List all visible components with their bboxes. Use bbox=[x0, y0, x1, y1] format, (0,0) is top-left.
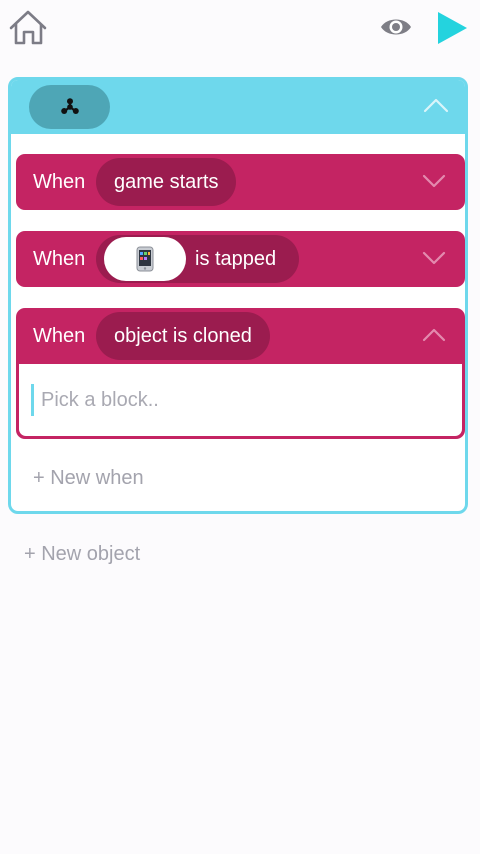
object-header[interactable] bbox=[11, 80, 465, 134]
trigger-pill[interactable]: game starts bbox=[96, 158, 237, 206]
home-button[interactable] bbox=[8, 9, 50, 47]
chevron-up-icon[interactable] bbox=[423, 97, 449, 113]
play-button[interactable] bbox=[434, 10, 470, 46]
object-selector[interactable] bbox=[29, 85, 110, 129]
rule-block-is-tapped[interactable]: When is tapped bbox=[16, 231, 465, 287]
trigger-pill[interactable]: object is cloned bbox=[96, 312, 270, 360]
trigger-label: game starts bbox=[114, 170, 219, 193]
preview-button[interactable] bbox=[379, 14, 413, 40]
chevron-down-icon[interactable] bbox=[422, 251, 446, 265]
when-label: When bbox=[33, 248, 86, 270]
trigger-label: object is cloned bbox=[114, 324, 252, 347]
eye-icon bbox=[381, 19, 411, 35]
chevron-up-icon[interactable] bbox=[422, 328, 446, 342]
object-card: When game starts When is tapped When obj… bbox=[8, 77, 468, 514]
when-label: When bbox=[33, 325, 86, 347]
fidget-spinner-icon bbox=[60, 98, 79, 114]
rule-block-game-starts[interactable]: When game starts bbox=[16, 154, 465, 210]
chevron-down-icon[interactable] bbox=[422, 174, 446, 188]
trigger-label: is tapped bbox=[195, 247, 277, 270]
home-icon bbox=[9, 10, 47, 45]
new-when-button[interactable]: + New when bbox=[33, 467, 144, 490]
new-object-button[interactable]: + New object bbox=[24, 543, 140, 566]
text-cursor bbox=[31, 384, 34, 416]
when-label: When bbox=[33, 171, 86, 193]
pick-block-placeholder: Pick a block.. bbox=[41, 389, 159, 411]
play-icon bbox=[438, 12, 467, 44]
pick-block-field[interactable]: Pick a block.. bbox=[19, 364, 462, 436]
trigger-object-chip[interactable] bbox=[104, 237, 186, 281]
top-toolbar bbox=[0, 0, 480, 60]
rule-block-object-is-cloned[interactable]: When object is cloned Pick a block.. bbox=[16, 308, 465, 439]
phone-icon bbox=[136, 246, 154, 272]
trigger-pill[interactable]: is tapped bbox=[96, 235, 299, 283]
